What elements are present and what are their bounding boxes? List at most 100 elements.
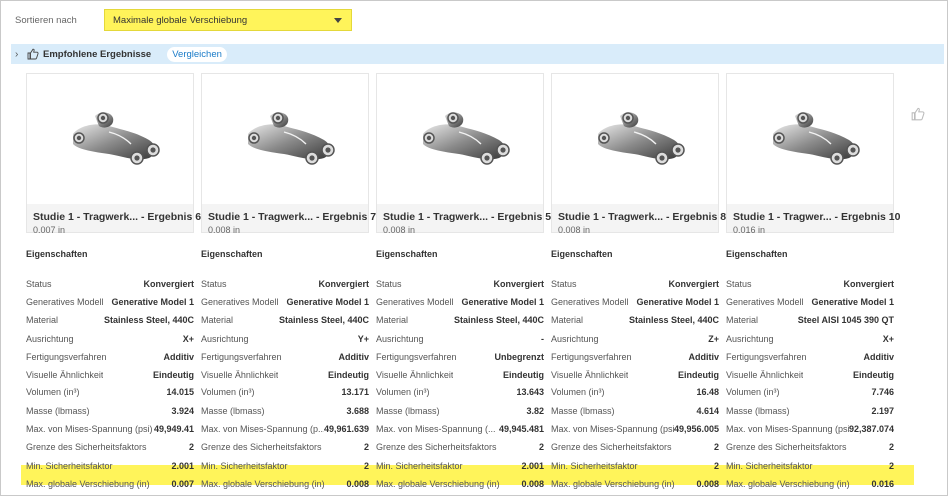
property-value: 3.924	[171, 406, 194, 416]
property-row: Status Konvergiert	[201, 275, 369, 293]
property-row: Visuelle Ähnlichkeit Eindeutig	[726, 366, 894, 384]
property-row: Material Stainless Steel, 440C	[201, 311, 369, 329]
property-label: Max. globale Verschiebung (in)	[26, 479, 150, 489]
property-label: Material	[551, 315, 584, 325]
property-value: Generative Model 1	[111, 297, 194, 307]
property-row: Max. globale Verschiebung (in) 0.008	[551, 475, 719, 493]
result-card[interactable]: Studie 1 - Tragwerk... - Ergebnis 5 0.008…	[376, 73, 551, 235]
property-row: Ausrichtung Z+	[551, 330, 719, 348]
result-title: Studie 1 - Tragwerk... - Ergebnis 8	[558, 211, 727, 223]
property-label: Generatives Modell	[26, 297, 104, 307]
property-row: Masse (lbmass) 4.614	[551, 402, 719, 420]
result-card[interactable]: Studie 1 - Tragwerk... - Ergebnis 8 0.008…	[551, 73, 726, 235]
result-displacement: 0.007 in	[33, 225, 66, 235]
property-row: Max. von Mises-Spannung (... 49,945.481	[376, 420, 544, 438]
property-label: Volumen (in³)	[551, 387, 605, 397]
property-label: Grenze des Sicherheitsfaktors	[551, 442, 672, 452]
result-preview-image[interactable]	[27, 74, 193, 204]
thumbs-up-icon[interactable]	[873, 77, 925, 121]
property-label: Min. Sicherheitsfaktor	[201, 461, 288, 471]
property-label: Generatives Modell	[551, 297, 629, 307]
property-row: Visuelle Ähnlichkeit Eindeutig	[201, 366, 369, 384]
property-label: Status	[201, 279, 227, 289]
property-row: Min. Sicherheitsfaktor 2	[201, 457, 369, 475]
compare-button[interactable]: Vergleichen	[167, 46, 227, 62]
property-label: Masse (lbmass)	[376, 406, 440, 416]
property-value: 92,387.074	[848, 424, 894, 434]
property-label: Visuelle Ähnlichkeit	[26, 370, 104, 380]
property-row: Status Konvergiert	[726, 275, 894, 293]
property-value: 2	[888, 461, 894, 471]
property-label: Max. globale Verschiebung (in)	[201, 479, 325, 489]
property-value: 49,949.41	[153, 424, 194, 434]
property-row: Ausrichtung X+	[726, 330, 894, 348]
property-label: Masse (lbmass)	[201, 406, 265, 416]
property-row: Generatives Modell Generative Model 1	[26, 293, 194, 311]
property-value: X+	[182, 334, 194, 344]
property-label: Max. globale Verschiebung (in)	[551, 479, 675, 489]
property-label: Masse (lbmass)	[551, 406, 615, 416]
property-row: Grenze des Sicherheitsfaktors 2	[26, 438, 194, 456]
property-value: Stainless Steel, 440C	[628, 315, 719, 325]
properties-header: Eigenschaften	[201, 249, 263, 259]
property-value: 49,956.005	[673, 424, 719, 434]
property-label: Max. globale Verschiebung (in)	[726, 479, 850, 489]
result-preview-image[interactable]	[202, 74, 368, 204]
property-label: Generatives Modell	[726, 297, 804, 307]
property-row: Masse (lbmass) 3.688	[201, 402, 369, 420]
property-row: Fertigungsverfahren Additiv	[26, 348, 194, 366]
property-label: Volumen (in³)	[376, 387, 430, 397]
chevron-right-icon[interactable]: ›	[15, 49, 25, 60]
property-label: Min. Sicherheitsfaktor	[26, 461, 113, 471]
property-row: Max. von Mises-Spannung (psi) 92,387.074	[726, 420, 894, 438]
property-row: Fertigungsverfahren Unbegrenzt	[376, 348, 544, 366]
property-value: 2	[713, 461, 719, 471]
property-row: Max. von Mises-Spannung (psi) 49,956.005	[551, 420, 719, 438]
result-card[interactable]: Studie 1 - Tragwerk... - Ergebnis 6 0.007…	[26, 73, 201, 235]
property-label: Max. globale Verschiebung (in)	[376, 479, 500, 489]
property-label: Material	[26, 315, 59, 325]
sort-dropdown-value: Maximale globale Verschiebung	[113, 14, 248, 26]
result-preview-image[interactable]	[552, 74, 718, 204]
property-value: Generative Model 1	[286, 297, 369, 307]
property-value: 14.015	[166, 387, 194, 397]
property-label: Ausrichtung	[26, 334, 74, 344]
property-row: Volumen (in³) 16.48	[551, 383, 719, 401]
property-value: Eindeutig	[153, 370, 194, 380]
property-label: Fertigungsverfahren	[26, 352, 107, 362]
property-value: Konvergiert	[843, 279, 894, 289]
property-label: Ausrichtung	[376, 334, 424, 344]
result-title: Studie 1 - Tragwerk... - Ergebnis 5	[383, 211, 552, 223]
result-displacement: 0.016 in	[733, 225, 766, 235]
result-card[interactable]: Studie 1 - Tragwer... - Ergebnis 10 0.016…	[726, 73, 925, 235]
property-row: Masse (lbmass) 3.924	[26, 402, 194, 420]
property-row: Material Stainless Steel, 440C	[551, 311, 719, 329]
property-value: X+	[882, 334, 894, 344]
result-card[interactable]: Studie 1 - Tragwerk... - Ergebnis 7 0.008…	[201, 73, 376, 235]
property-label: Status	[551, 279, 577, 289]
property-label: Ausrichtung	[201, 334, 249, 344]
property-label: Max. von Mises-Spannung (psi)	[726, 424, 849, 434]
property-row: Status Konvergiert	[376, 275, 544, 293]
property-value: 13.643	[516, 387, 544, 397]
results-panel: Sortieren nach Maximale globale Verschie…	[0, 0, 948, 496]
property-row: Volumen (in³) 13.643	[376, 383, 544, 401]
result-preview-image[interactable]	[377, 74, 543, 204]
properties-header: Eigenschaften	[551, 249, 613, 259]
property-label: Max. von Mises-Spannung (...	[376, 424, 496, 434]
property-row: Max. globale Verschiebung (in) 0.007	[26, 475, 194, 493]
property-label: Volumen (in³)	[201, 387, 255, 397]
result-preview-image[interactable]	[727, 74, 925, 204]
properties-header: Eigenschaften	[26, 249, 88, 259]
property-value: Y+	[357, 334, 369, 344]
property-value: Stainless Steel, 440C	[278, 315, 369, 325]
property-row: Status Konvergiert	[26, 275, 194, 293]
property-row: Fertigungsverfahren Additiv	[726, 348, 894, 366]
property-label: Max. von Mises-Spannung (psi)	[26, 424, 153, 434]
property-value: Additiv	[863, 352, 895, 362]
result-title: Studie 1 - Tragwerk... - Ergebnis 6	[33, 211, 202, 223]
property-row: Volumen (in³) 14.015	[26, 383, 194, 401]
recommended-results-bar: › Empfohlene Ergebnisse Vergleichen	[11, 44, 944, 64]
sort-dropdown[interactable]: Maximale globale Verschiebung	[104, 9, 352, 31]
property-row: Grenze des Sicherheitsfaktors 2	[726, 438, 894, 456]
